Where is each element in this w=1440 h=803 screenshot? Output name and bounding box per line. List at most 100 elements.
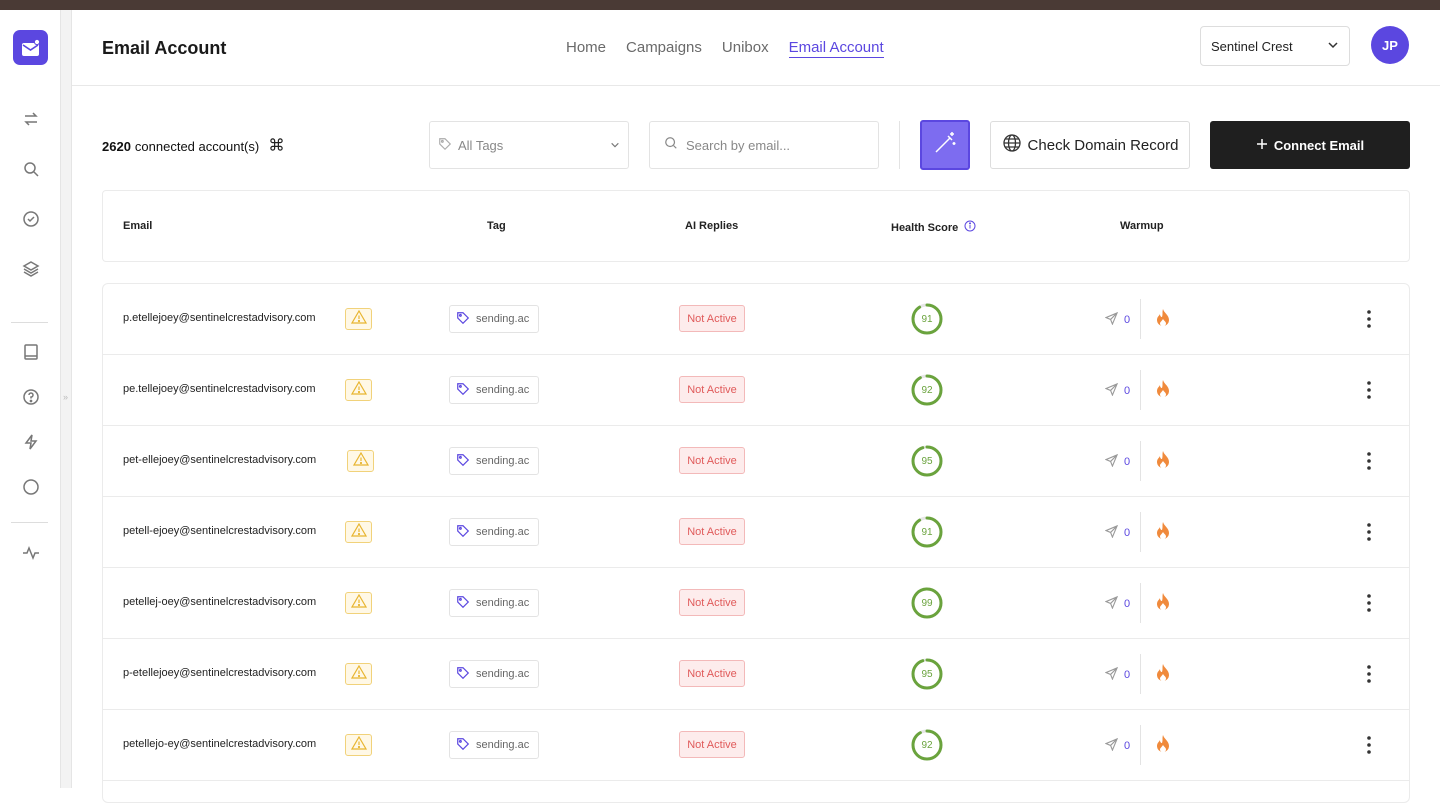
warning-badge[interactable]	[345, 379, 372, 401]
warmup-divider	[1140, 441, 1141, 481]
ai-replies-status: Not Active	[679, 305, 745, 332]
globe-icon	[1002, 133, 1022, 157]
table-row[interactable]: p-etellejoey@sentinelcrestadvisory.com s…	[103, 639, 1409, 710]
book-icon[interactable]	[20, 341, 41, 362]
more-options-icon[interactable]	[1361, 734, 1377, 756]
magic-wand-button[interactable]	[920, 120, 970, 170]
nav-unibox[interactable]: Unibox	[722, 39, 769, 58]
flame-icon[interactable]	[1155, 663, 1171, 688]
tag-chip[interactable]: sending.ac	[449, 376, 539, 404]
more-options-icon[interactable]	[1361, 663, 1377, 685]
search-icon[interactable]	[20, 158, 41, 179]
health-score-ring: 92	[911, 729, 943, 761]
tag-chip[interactable]: sending.ac	[449, 660, 539, 688]
circle-icon[interactable]	[20, 476, 41, 497]
flame-icon[interactable]	[1155, 379, 1171, 404]
sidebar-divider	[11, 322, 48, 323]
health-score-ring: 91	[911, 303, 943, 335]
workspace-name: Sentinel Crest	[1211, 38, 1293, 54]
warmup-sent: 0	[1104, 595, 1130, 612]
lightning-icon[interactable]	[20, 431, 41, 452]
warning-icon	[352, 451, 369, 471]
health-score-label: Health Score	[891, 221, 959, 234]
table-row[interactable]: p.etellejoey@sentinelcrestadvisory.com s…	[103, 284, 1409, 355]
flame-icon[interactable]	[1155, 592, 1171, 617]
page-title: Email Account	[102, 38, 227, 58]
accounts-table: p.etellejoey@sentinelcrestadvisory.com s…	[102, 283, 1410, 803]
flame-icon[interactable]	[1155, 521, 1171, 546]
warmup-sent-count: 0	[1124, 740, 1131, 752]
column-header-tag[interactable]: Tag	[487, 220, 506, 232]
warmup-divider	[1140, 512, 1141, 552]
nav-campaigns[interactable]: Campaigns	[626, 39, 702, 58]
more-options-icon[interactable]	[1361, 592, 1377, 614]
info-icon[interactable]	[964, 220, 976, 235]
table-row[interactable]: petell-ejoey@sentinelcrestadvisory.com s…	[103, 497, 1409, 568]
warning-badge[interactable]	[345, 592, 372, 614]
table-row[interactable]: petellej-oey@sentinelcrestadvisory.com s…	[103, 568, 1409, 639]
check-domain-record-button[interactable]: Check Domain Record	[990, 121, 1190, 169]
plus-icon	[1256, 138, 1268, 153]
warning-badge[interactable]	[345, 308, 372, 330]
tags-filter[interactable]: All Tags	[429, 121, 629, 169]
nav-email-account[interactable]: Email Account	[788, 39, 884, 58]
warning-badge[interactable]	[345, 521, 372, 543]
warning-badge[interactable]	[345, 734, 372, 756]
warmup-sent-count: 0	[1124, 385, 1131, 397]
flame-icon[interactable]	[1155, 734, 1171, 759]
send-icon	[1104, 595, 1119, 612]
tag-label: sending.ac	[476, 384, 530, 396]
nav-home[interactable]: Home	[566, 39, 606, 58]
arrows-swap-icon[interactable]	[20, 108, 41, 129]
column-header-warmup[interactable]: Warmup	[1120, 220, 1164, 232]
send-icon	[1104, 666, 1119, 683]
warmup-sent-count: 0	[1124, 314, 1131, 326]
health-score-ring: 92	[911, 374, 943, 406]
tag-chip[interactable]: sending.ac	[449, 305, 539, 333]
avatar[interactable]: JP	[1371, 26, 1409, 64]
magic-wand-icon	[932, 130, 958, 161]
table-row[interactable]: pet-ellejoey@sentinelcrestadvisory.com s…	[103, 426, 1409, 497]
app-logo[interactable]	[13, 30, 48, 65]
table-row[interactable]: petellejo-ey@sentinelcrestadvisory.com s…	[103, 710, 1409, 781]
help-circle-icon[interactable]	[20, 386, 41, 407]
tag-icon	[456, 737, 470, 754]
more-options-icon[interactable]	[1361, 379, 1377, 401]
tag-label: sending.ac	[476, 455, 530, 467]
table-row[interactable]: pe.tellejoey@sentinelcrestadvisory.com s…	[103, 355, 1409, 426]
layers-icon[interactable]	[20, 258, 41, 279]
more-options-icon[interactable]	[1361, 521, 1377, 543]
column-header-email[interactable]: Email	[123, 220, 152, 232]
tag-chip[interactable]: sending.ac	[449, 518, 539, 546]
tag-icon	[456, 453, 470, 470]
check-circle-icon[interactable]	[20, 208, 41, 229]
warning-badge[interactable]	[347, 450, 374, 472]
warning-icon	[350, 593, 367, 613]
expand-sidebar-icon[interactable]: »	[63, 392, 68, 402]
activity-icon[interactable]	[20, 542, 41, 563]
connect-email-button[interactable]: Connect Email	[1210, 121, 1410, 169]
toolbar-divider	[899, 121, 900, 169]
flame-icon[interactable]	[1155, 308, 1171, 333]
more-options-icon[interactable]	[1361, 308, 1377, 330]
flame-icon[interactable]	[1155, 450, 1171, 475]
warning-badge[interactable]	[345, 663, 372, 685]
top-strip	[0, 0, 1440, 10]
tag-chip[interactable]: sending.ac	[449, 731, 539, 759]
more-options-icon[interactable]	[1361, 450, 1377, 472]
tag-chip[interactable]: sending.ac	[449, 589, 539, 617]
column-header-health[interactable]: Health Score	[891, 220, 976, 235]
warmup-sent: 0	[1104, 382, 1131, 399]
tag-label: sending.ac	[476, 526, 530, 538]
tag-icon	[456, 311, 470, 328]
account-email: pet-ellejoey@sentinelcrestadvisory.com	[123, 454, 317, 466]
account-count-number: 2620	[102, 138, 131, 154]
search-input[interactable]	[686, 137, 864, 153]
command-icon[interactable]	[269, 137, 284, 155]
column-header-ai-replies[interactable]: AI Replies	[685, 220, 738, 232]
workspace-selector[interactable]: Sentinel Crest	[1200, 26, 1350, 66]
ai-replies-status: Not Active	[679, 660, 745, 687]
tags-filter-value: All Tags	[458, 137, 504, 153]
account-count: 2620 connected account(s)	[102, 137, 284, 155]
tag-chip[interactable]: sending.ac	[449, 447, 539, 475]
